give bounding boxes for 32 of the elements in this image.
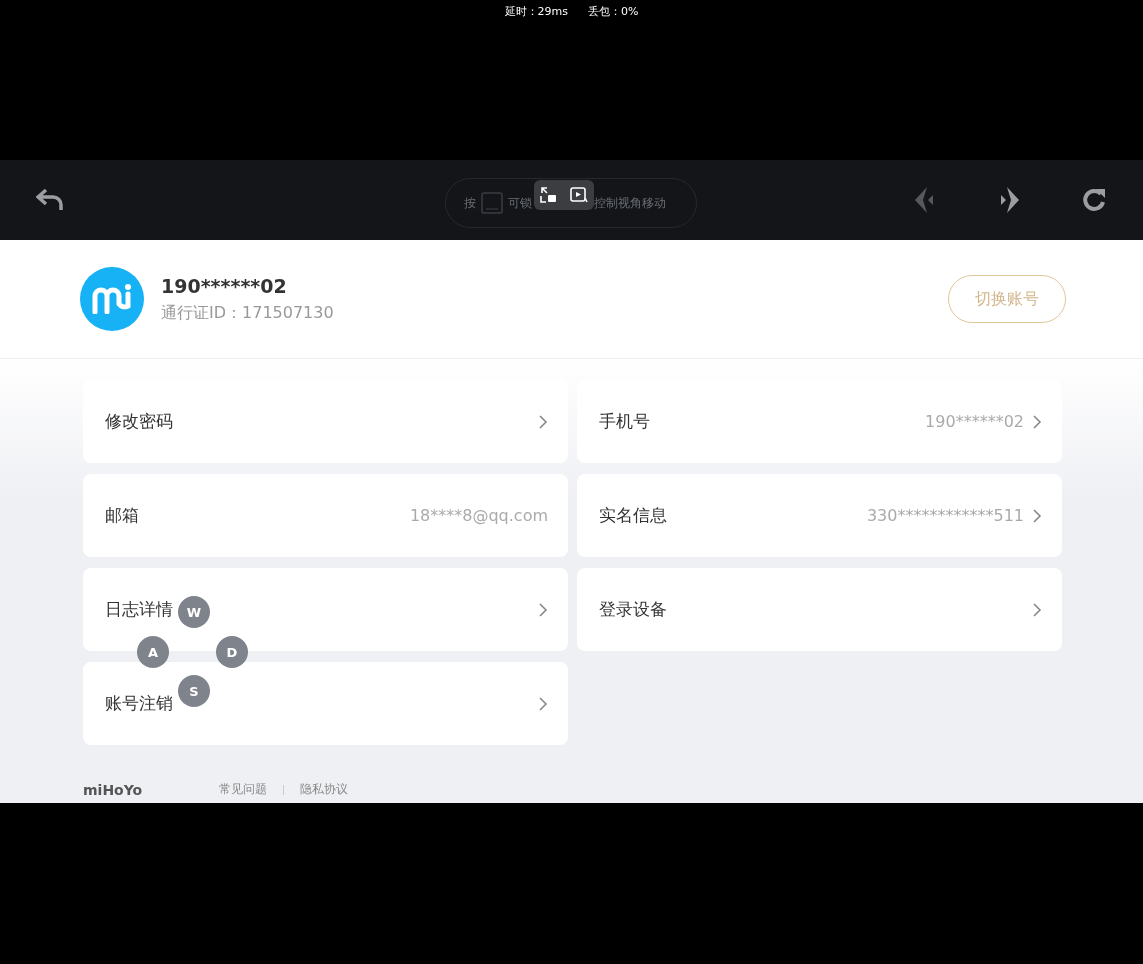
- settings-item[interactable]: 邮箱 18****8@qq.com: [83, 474, 568, 557]
- chevron-right-icon: [1032, 507, 1042, 524]
- refresh-icon[interactable]: [1081, 187, 1107, 213]
- item-label: 邮箱: [105, 504, 139, 527]
- back-icon[interactable]: [36, 188, 64, 212]
- item-label: 账号注销: [105, 692, 173, 715]
- item-value: 18****8@qq.com: [409, 506, 548, 525]
- item-label: 日志详情: [105, 598, 173, 621]
- chevron-right-icon: [538, 601, 548, 618]
- play-screen-icon[interactable]: [570, 186, 588, 204]
- hint-text: 可锁: [508, 194, 532, 212]
- chevron-right-icon: [1032, 413, 1042, 430]
- item-value: 330************511: [866, 506, 1024, 525]
- swap-screen-icon[interactable]: [540, 186, 558, 204]
- pass-id-text: 通行证ID：171507130: [161, 302, 334, 324]
- item-label: 手机号: [599, 410, 650, 433]
- hint-text: 按: [464, 194, 476, 212]
- settings-item[interactable]: 登录设备: [577, 568, 1062, 651]
- item-label: 登录设备: [599, 598, 667, 621]
- chevron-right-icon: [1032, 601, 1042, 618]
- keyboard-key-icon: [481, 192, 503, 214]
- chevron-right-icon: [538, 695, 548, 712]
- footer-logo-text: miHoYo: [83, 781, 144, 798]
- latency-text: 延时：29ms: [504, 4, 568, 19]
- item-value: 190******02: [925, 412, 1024, 431]
- item-label: 修改密码: [105, 410, 173, 433]
- chevron-right-icon: [538, 413, 548, 430]
- item-label: 实名信息: [599, 504, 667, 527]
- hint-text: 控制视角移动: [594, 194, 666, 212]
- packet-loss-text: 丢包：0%: [588, 4, 639, 19]
- settings-item[interactable]: 实名信息 330************511: [577, 474, 1062, 557]
- account-phone: 190******02: [161, 274, 288, 297]
